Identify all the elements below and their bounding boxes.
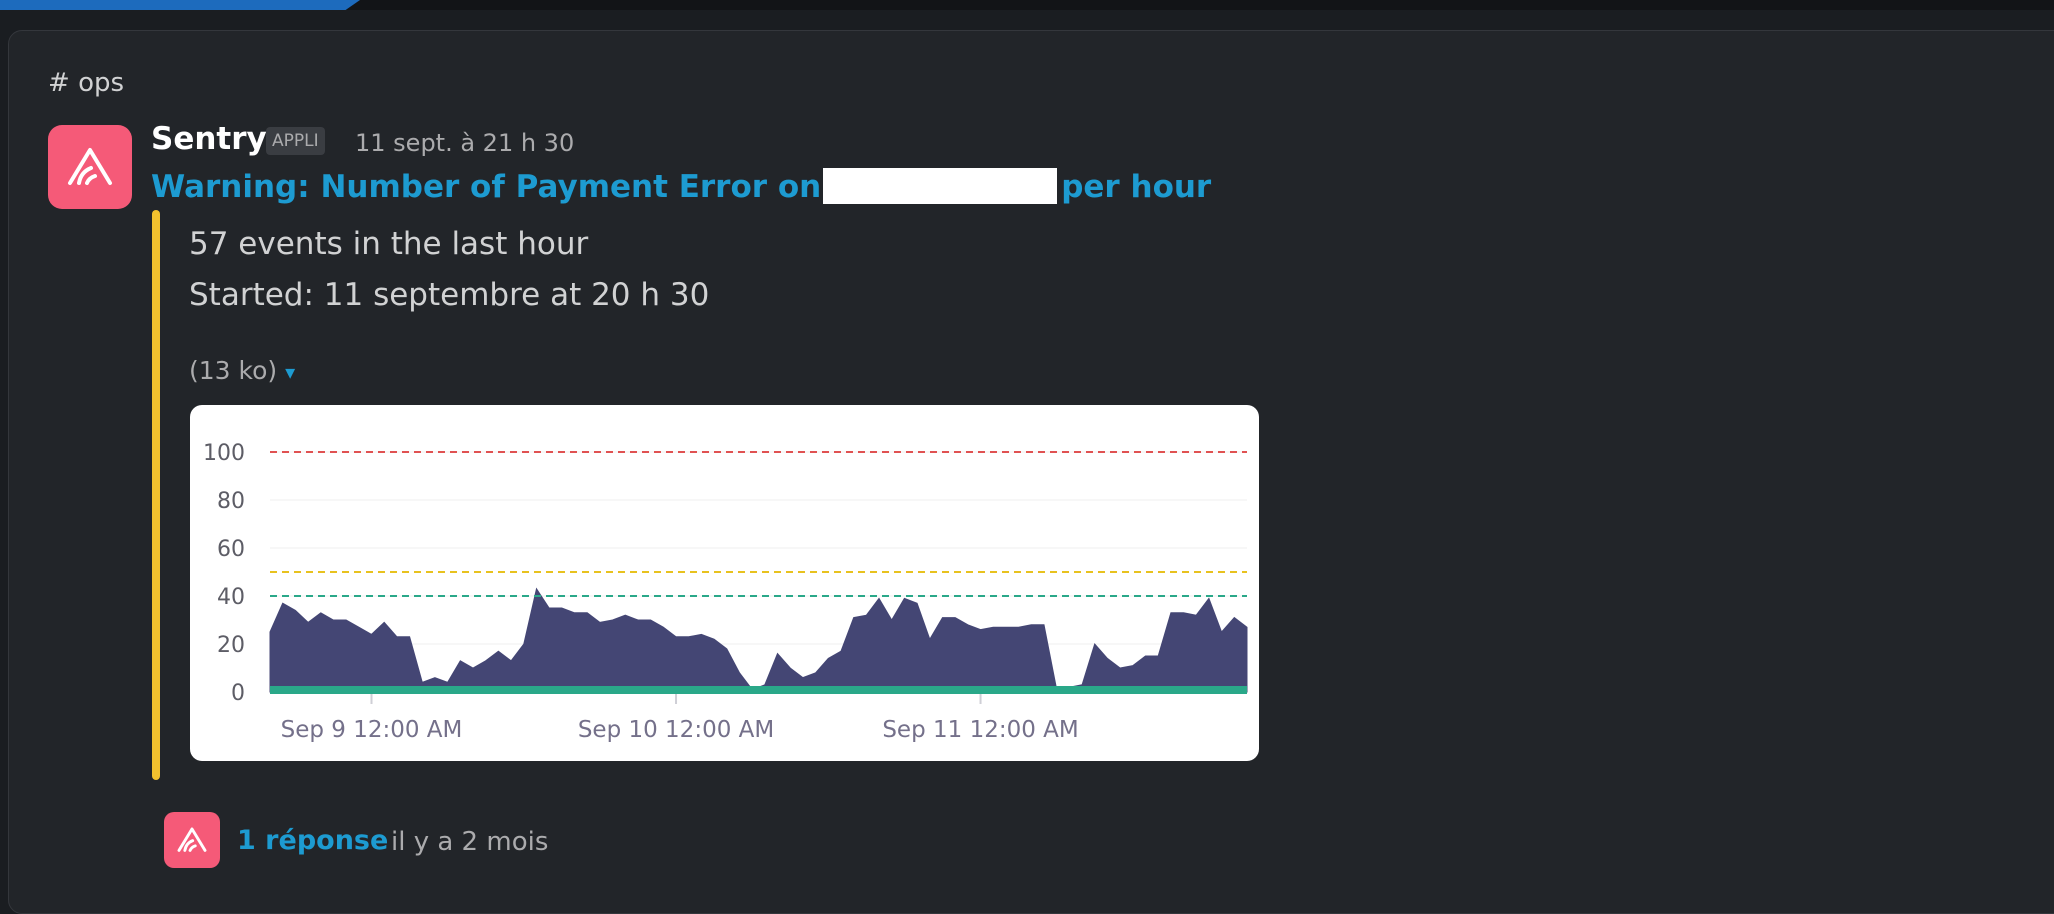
message-timestamp[interactable]: 11 sept. à 21 h 30 <box>355 129 574 157</box>
top-bar <box>0 0 2054 10</box>
sentry-logo-icon <box>177 827 207 852</box>
app-badge: APPLI <box>266 127 325 155</box>
sentry-logo-icon <box>68 148 112 185</box>
attachment-size[interactable]: (13 ko) ▾ <box>189 356 295 385</box>
events-summary: 57 events in the last hour <box>189 226 589 262</box>
redaction-box <box>823 168 1058 204</box>
y-tick-label: 20 <box>217 633 245 658</box>
sentry-avatar[interactable] <box>48 125 132 209</box>
alert-title-suffix: per hour <box>1061 169 1212 205</box>
reply-time: il y a 2 mois <box>391 827 549 857</box>
reply-count-link[interactable]: 1 réponse <box>237 825 388 856</box>
attachment-size-label: (13 ko) <box>189 356 278 385</box>
y-tick-label: 40 <box>217 585 245 610</box>
sender-name[interactable]: Sentry <box>151 121 267 157</box>
x-tick-label: Sep 11 12:00 AM <box>882 717 1078 743</box>
channel-label: ops <box>78 68 125 98</box>
y-tick-label: 100 <box>203 441 245 466</box>
attachment-color-bar <box>152 210 160 780</box>
channel-name[interactable]: # ops <box>48 68 124 98</box>
x-tick-label: Sep 10 12:00 AM <box>578 717 774 743</box>
y-tick-label: 80 <box>217 489 245 514</box>
chart-image[interactable]: 0 20 40 60 80 100 Sep 9 12:00 AM Sep 10 12:00 A… <box>190 405 1259 761</box>
events-area-series <box>269 587 1248 693</box>
chevron-down-icon[interactable]: ▾ <box>285 360 295 384</box>
y-tick-label: 0 <box>231 681 245 706</box>
events-chart: 0 20 40 60 80 100 Sep 9 12:00 AM Sep 10 12:00 A… <box>203 441 1248 743</box>
y-tick-label: 60 <box>217 537 245 562</box>
alert-title-prefix: Warning: Number of Payment Error on <box>151 169 822 205</box>
top-bar-accent <box>0 0 360 10</box>
x-tick-label: Sep 9 12:00 AM <box>281 717 463 743</box>
reply-avatar[interactable] <box>164 812 220 868</box>
channel-hash-icon: # <box>48 68 70 98</box>
alert-title-link[interactable]: Warning: Number of Payment Error on per h… <box>151 168 1211 205</box>
started-time: Started: 11 septembre at 20 h 30 <box>189 277 710 313</box>
